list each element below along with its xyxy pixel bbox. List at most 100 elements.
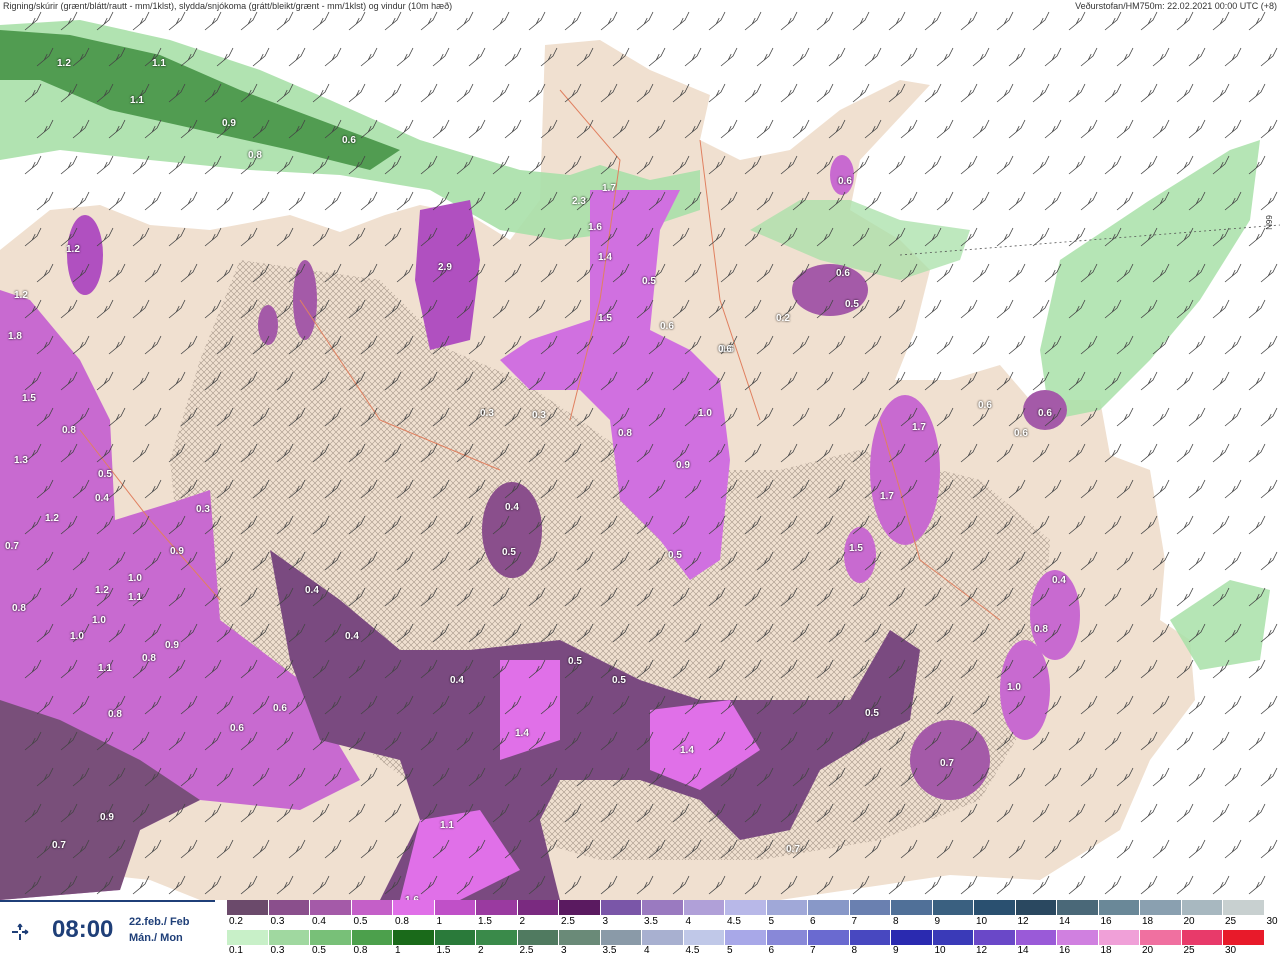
- wind-barb-icon: [1224, 551, 1242, 571]
- wind-barb-icon: [1176, 83, 1194, 103]
- wind-barb-icon: [1248, 299, 1266, 319]
- snow-swatch: [1223, 900, 1265, 915]
- wind-barb-icon: [792, 119, 810, 139]
- wind-barb-icon: [432, 119, 450, 139]
- wind-barb-icon: [1140, 11, 1158, 31]
- wind-barb-icon: [1260, 335, 1278, 355]
- wind-barb-icon: [1176, 515, 1194, 535]
- rain-swatch: [766, 930, 808, 945]
- wind-barb-icon: [1188, 839, 1206, 859]
- precip-value-label: 0.4: [505, 502, 519, 513]
- snow-swatch: [1015, 900, 1057, 915]
- snow-swatch: [891, 900, 933, 915]
- snow-swatch: [932, 900, 974, 915]
- snow-label: 14: [1059, 916, 1071, 927]
- wind-barb-icon: [252, 47, 270, 67]
- precip-value-label: 0.4: [345, 631, 359, 642]
- snow-label: 0.4: [312, 916, 326, 927]
- wind-barb-icon: [708, 11, 726, 31]
- snow-swatch: [227, 900, 269, 915]
- wind-barb-icon: [1104, 875, 1122, 895]
- wind-barb-icon: [816, 83, 834, 103]
- wind-barb-icon: [924, 11, 942, 31]
- precip-value-label: 1.0: [70, 631, 84, 642]
- wind-barb-icon: [648, 47, 666, 67]
- rain-label: 0.3: [270, 945, 285, 956]
- wind-barb-icon: [1008, 119, 1026, 139]
- wind-barb-icon: [492, 83, 510, 103]
- snow-label: 9: [934, 916, 941, 927]
- wind-barb-icon: [1176, 587, 1194, 607]
- precip-value-label: 1.2: [57, 58, 71, 69]
- rain-swatch: [559, 930, 601, 945]
- wind-barb-icon: [1032, 299, 1050, 319]
- rain-swatch: [393, 930, 435, 945]
- rain-swatch: [849, 930, 891, 945]
- wind-barb-icon: [996, 11, 1014, 31]
- precip-value-label: 0.5: [845, 299, 859, 310]
- snow-swatch: [559, 900, 601, 915]
- rain-label: 12: [976, 945, 988, 956]
- precip-value-label: 1.8: [8, 331, 22, 342]
- wind-barb-icon: [972, 119, 990, 139]
- snow-label: 1: [436, 916, 443, 927]
- precip-value-label: 0.4: [1052, 575, 1066, 586]
- wind-barb-icon: [1212, 299, 1230, 319]
- precip-value-label: 1.3: [14, 455, 28, 466]
- wind-barb-icon: [1212, 371, 1230, 391]
- snow-label: 30: [1266, 916, 1278, 927]
- precip-value-label: 0.9: [100, 812, 114, 823]
- snow-swatch: [268, 900, 310, 915]
- rain-swatch: [351, 930, 393, 945]
- precip-value-label: 1.1: [440, 820, 454, 831]
- wind-barb-icon: [1188, 479, 1206, 499]
- wind-barb-icon: [504, 47, 522, 67]
- wind-barb-icon: [672, 11, 690, 31]
- snow-label: 6: [810, 916, 816, 927]
- rain-swatch: [725, 930, 767, 945]
- wind-barb-icon: [1188, 551, 1206, 571]
- rain-swatch: [1140, 930, 1182, 945]
- wind-barb-icon: [1152, 839, 1170, 859]
- snow-swatch: [1140, 900, 1182, 915]
- date-line-2: Mán./ Mon: [129, 932, 183, 944]
- precip-value-label: 0.5: [98, 469, 112, 480]
- precip-value-label: 0.6: [838, 176, 852, 187]
- wind-barb-icon: [1008, 335, 1026, 355]
- wind-barb-icon: [420, 11, 438, 31]
- precip-value-label: 1.6: [588, 222, 602, 233]
- wind-barb-icon: [132, 11, 150, 31]
- precip-value-label: 0.6: [836, 268, 850, 279]
- rain-label: 2.5: [519, 945, 534, 956]
- wind-barb-icon: [1224, 839, 1242, 859]
- wind-barb-icon: [600, 11, 618, 31]
- snow-label: 4: [685, 916, 692, 927]
- snow-legend-row: [227, 900, 1280, 915]
- precip-value-label: 1.5: [598, 313, 612, 324]
- wind-barb-icon: [1116, 119, 1134, 139]
- precip-value-label: 1.1: [128, 592, 142, 603]
- precip-value-label: 2.3: [572, 196, 586, 207]
- precip-value-label: 0.5: [612, 675, 626, 686]
- wind-barb-icon: [420, 83, 438, 103]
- wind-barb-icon: [384, 83, 402, 103]
- rain-swatch: [932, 930, 974, 945]
- weather-map[interactable]: 1.2 1.1 1.1 0.9 0.8 0.6 2.9 2.3 1.7 1.6 1.4 1.5 0.5 0…: [0, 0, 1280, 900]
- wind-barb-icon: [1212, 515, 1230, 535]
- rain-label: 30: [1225, 945, 1237, 956]
- wind-barb-icon: [1224, 407, 1242, 427]
- precip-value-label: 0.8: [108, 709, 122, 720]
- wind-barb-icon: [1152, 767, 1170, 787]
- snow-cell-east2: [844, 527, 876, 583]
- wind-barb-icon: [1212, 83, 1230, 103]
- time-panel[interactable]: 08:00 22.feb./ Feb Mán./ Mon: [0, 900, 215, 958]
- wind-barb-icon: [1008, 263, 1026, 283]
- wind-barb-icon: [564, 11, 582, 31]
- wind-barb-icon: [1224, 767, 1242, 787]
- wind-barb-icon: [1104, 11, 1122, 31]
- rain-swatch: [310, 930, 352, 945]
- precip-value-label: 1.1: [152, 58, 166, 69]
- precip-value-label: 1.1: [98, 663, 112, 674]
- precip-value-label: 0.8: [248, 150, 262, 161]
- wind-barb-icon: [960, 11, 978, 31]
